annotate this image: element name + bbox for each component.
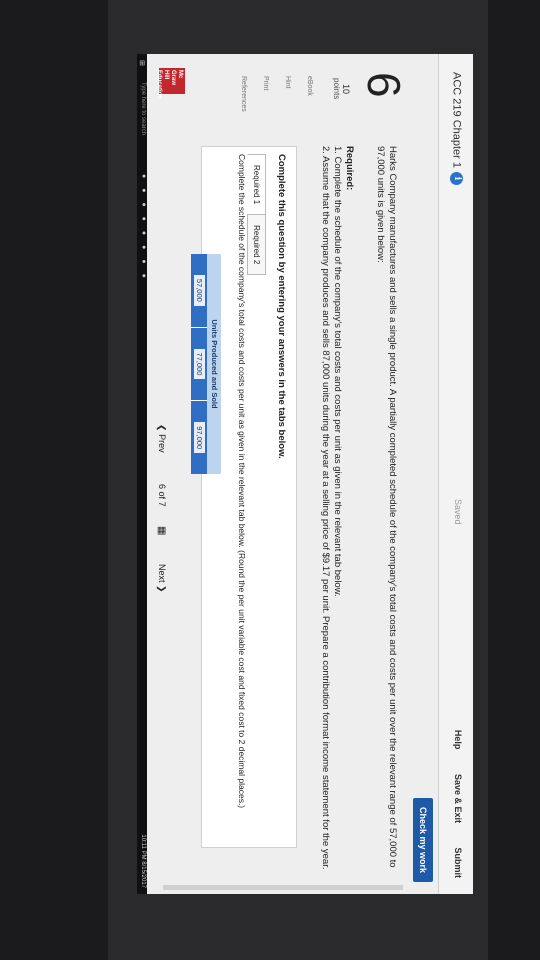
units-cell: 57,000 xyxy=(191,254,207,328)
units-value: 77,000 xyxy=(194,348,205,380)
required-item-1: 1. Complete the schedule of the company'… xyxy=(332,146,343,597)
saved-status: Saved xyxy=(453,499,463,525)
points-value: 10 xyxy=(341,84,351,95)
ebook-link[interactable]: eBook xyxy=(306,76,313,96)
required-list: 1. Complete the schedule of the company'… xyxy=(319,146,343,886)
units-value: 97,000 xyxy=(194,422,205,454)
print-link[interactable]: Print xyxy=(262,76,269,90)
save-exit-link[interactable]: Save & Exit xyxy=(453,774,463,823)
course-title-text: ACC 219 Chapter 1 xyxy=(450,72,463,168)
sub-bar: Check my work xyxy=(409,54,439,894)
tab-required-2[interactable]: Required 2 xyxy=(247,214,266,276)
hint-link[interactable]: Hint xyxy=(284,76,291,88)
taskbar-apps-icon[interactable]: ●●●●●●●● xyxy=(140,174,147,288)
required-tabs: Required 1Required 2 xyxy=(247,154,267,276)
chevron-left-icon: ❮ xyxy=(157,424,167,432)
info-icon[interactable]: i xyxy=(450,172,463,185)
clock-date: 8/15/2017 xyxy=(140,861,146,888)
windows-start-icon[interactable]: ⊞ xyxy=(138,60,146,66)
grid-icon[interactable]: ▦ xyxy=(156,526,167,535)
next-label: Next xyxy=(157,564,167,583)
required-heading: Required: xyxy=(344,146,355,191)
references-link[interactable]: References xyxy=(240,76,247,112)
schedule-table: Units Produced and Sold 57,000 77,000 97… xyxy=(177,254,221,474)
instructions-heading: Complete this question by entering your … xyxy=(276,154,287,459)
question-text: Harks Company manufactures and sells a s… xyxy=(375,146,398,868)
table-header: Units Produced and Sold xyxy=(207,254,221,474)
check-my-work-button[interactable]: Check my work xyxy=(413,797,433,882)
clock-time: 10:11 PM xyxy=(140,834,146,860)
chevron-right-icon: ❯ xyxy=(157,585,167,593)
tab-instructions: Complete the schedule of the company's t… xyxy=(237,154,247,809)
next-button[interactable]: Next ❯ xyxy=(156,564,167,593)
required-item-2: 2. Assume that the company produces and … xyxy=(320,146,331,870)
taskbar-clock: 10:11 PM 8/15/2017 xyxy=(140,834,146,888)
submit-link[interactable]: Submit xyxy=(453,848,463,879)
prev-label: Prev xyxy=(157,434,167,453)
units-cell: 97,000 xyxy=(191,401,207,474)
taskbar-search[interactable]: Type here to search xyxy=(140,82,146,135)
units-row: 57,000 77,000 97,000 xyxy=(191,254,207,474)
assignment-page: ACC 219 Chapter 1 i Saved Help Save & Exi… xyxy=(137,54,473,894)
tab-required-1[interactable]: Required 1 xyxy=(247,154,266,216)
scrollbar[interactable] xyxy=(163,885,403,890)
top-actions: Help Save & Exit Submit xyxy=(453,708,463,878)
page-current: 6 xyxy=(157,484,167,490)
top-bar: ACC 219 Chapter 1 i Saved Help Save & Exi… xyxy=(438,54,473,894)
prev-button[interactable]: ❮ Prev xyxy=(156,424,167,453)
taskbar: ⊞ Type here to search ●●●●●●●● 10:11 PM … xyxy=(137,54,147,894)
help-link[interactable]: Help xyxy=(453,730,463,750)
page-indicator: 6 of 7 xyxy=(157,484,167,507)
publisher-logo: Mc Graw Hill Education xyxy=(156,68,185,100)
screen: ACC 219 Chapter 1 i Saved Help Save & Exi… xyxy=(137,54,473,894)
page-of: of xyxy=(157,491,167,500)
units-value: 57,000 xyxy=(194,274,205,306)
page-total: 7 xyxy=(157,501,167,507)
units-cell: 77,000 xyxy=(191,327,207,402)
points-label: points xyxy=(332,78,341,100)
question-number: 6 xyxy=(358,72,410,98)
course-title: ACC 219 Chapter 1 i xyxy=(450,72,463,185)
